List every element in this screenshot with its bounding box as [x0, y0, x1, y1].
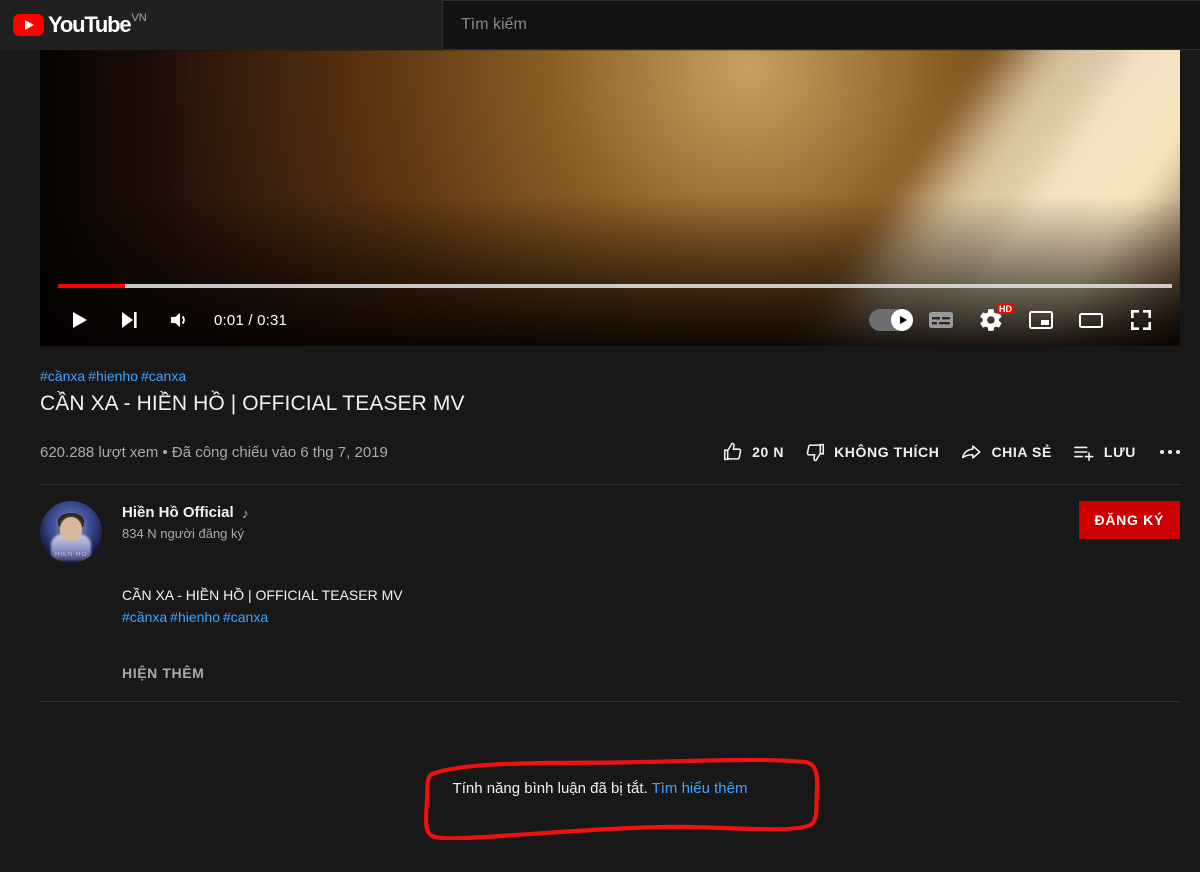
masthead: YouTube VN [0, 0, 1200, 50]
dislike-button[interactable]: KHÔNG THÍCH [804, 441, 939, 463]
page-footer-strip [0, 840, 1200, 872]
progress-bar[interactable] [58, 284, 1172, 288]
show-more-button[interactable]: HIỆN THÊM [122, 665, 204, 681]
player-controls-right: HD [866, 296, 1166, 344]
volume-on-icon[interactable] [154, 296, 204, 344]
youtube-logo[interactable]: YouTube VN [13, 0, 147, 50]
description-hashtags[interactable]: #cầnxa #hienho #canxa [122, 607, 1180, 627]
subtitles-icon[interactable] [916, 296, 966, 344]
channel-row: HIEN HO Hiền Hồ Official ♪ 834 N người đ… [40, 485, 1180, 563]
gear-icon[interactable]: HD [966, 296, 1016, 344]
hashtag-item[interactable]: #hienho [88, 368, 138, 384]
miniplayer-icon[interactable] [1016, 296, 1066, 344]
progress-played [58, 284, 125, 288]
avatar[interactable]: HIEN HO [40, 501, 102, 563]
save-to-playlist-icon [1073, 446, 1094, 462]
channel-name-line: Hiền Hồ Official ♪ [122, 504, 249, 521]
video-description: CẦN XA - HIỀN HỒ | OFFICIAL TEASER MV #c… [122, 585, 1180, 683]
play-icon[interactable] [54, 296, 104, 344]
thumbs-down-icon [806, 443, 825, 462]
hashtag-item[interactable]: #cầnxa [122, 609, 167, 625]
comments-disabled-notice: Tính năng bình luận đã bị tắt. Tìm hiểu … [0, 780, 1200, 797]
time-display: 0:01 / 0:31 [214, 311, 288, 329]
hashtag-item[interactable]: #canxa [141, 368, 186, 384]
video-hashtags[interactable]: #cầnxa #hienho #canxa [40, 368, 1180, 384]
country-code-label: VN [131, 12, 147, 24]
share-button[interactable]: CHIA SẺ [959, 441, 1051, 463]
comments-disabled-text: Tính năng bình luận đã bị tắt. [452, 780, 648, 797]
hashtag-item[interactable]: #cầnxa [40, 368, 85, 384]
youtube-play-icon [13, 14, 44, 36]
save-label: LƯU [1103, 444, 1136, 460]
player-controls-left: 0:01 / 0:31 [54, 296, 295, 344]
video-actions: 20 N KHÔNG THÍCH CHIA SẺ LƯU [702, 441, 1180, 463]
official-artist-music-note-icon: ♪ [241, 504, 249, 521]
hashtag-item[interactable]: #hienho [170, 609, 220, 625]
like-count: 20 N [752, 444, 785, 460]
search-input[interactable] [461, 16, 1061, 34]
channel-info: Hiền Hồ Official ♪ 834 N người đăng ký [122, 501, 249, 541]
share-label: CHIA SẺ [991, 444, 1052, 460]
theater-mode-icon[interactable] [1066, 296, 1116, 344]
thumbs-up-icon [724, 442, 742, 461]
channel-name[interactable]: Hiền Hồ Official [122, 504, 234, 521]
video-player[interactable]: 0:01 / 0:31 HD [40, 50, 1180, 346]
dislike-label: KHÔNG THÍCH [834, 444, 940, 460]
divider-bottom [40, 701, 1180, 702]
subscriber-count: 834 N người đăng ký [122, 526, 245, 541]
search-box[interactable] [442, 0, 1200, 50]
autoplay-toggle-on[interactable] [866, 296, 916, 344]
progress-buffered [58, 284, 1172, 288]
share-arrow-icon [962, 445, 981, 459]
fullscreen-icon[interactable] [1116, 296, 1166, 344]
more-horizontal-icon [1160, 450, 1180, 454]
player-controls: 0:01 / 0:31 HD [40, 294, 1180, 346]
avatar-caption: HIEN HO [54, 552, 87, 558]
next-track-icon[interactable] [104, 296, 154, 344]
quality-badge: HD [997, 304, 1014, 314]
like-button[interactable]: 20 N [722, 441, 784, 463]
page-title: CẦN XA - HIỀN HỒ | OFFICIAL TEASER MV [40, 392, 465, 415]
subscribe-button[interactable]: ĐĂNG KÝ [1078, 501, 1180, 539]
more-actions-button[interactable] [1160, 450, 1180, 454]
youtube-watch-page: YouTube VN Tìm kiếm 0:01 / 0:31 HD #cầnx… [0, 0, 1200, 872]
save-button[interactable]: LƯU [1072, 441, 1136, 463]
description-title-line: CẦN XA - HIỀN HỒ | OFFICIAL TEASER MV [122, 587, 403, 603]
youtube-logo-text: YouTube [48, 12, 132, 37]
view-count-and-date: 620.288 lượt xem • Đã công chiếu vào 6 t… [40, 443, 388, 461]
video-meta: #cầnxa #hienho #canxa CẦN XA - HIỀN HỒ | O… [40, 368, 1180, 702]
hashtag-item[interactable]: #canxa [223, 609, 268, 625]
video-info-row: 620.288 lượt xem • Đã công chiếu vào 6 t… [40, 432, 1180, 472]
learn-more-link[interactable]: Tìm hiểu thêm [652, 780, 748, 797]
